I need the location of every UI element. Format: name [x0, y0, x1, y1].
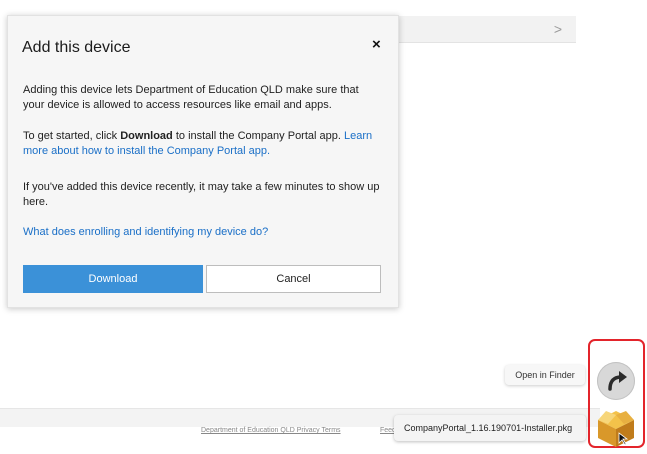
instructions-middle: to install the Company Portal app.	[172, 130, 344, 142]
cancel-button[interactable]: Cancel	[206, 265, 381, 293]
chevron-right-icon[interactable]: >	[554, 21, 562, 37]
background-header-strip: >	[398, 16, 576, 43]
add-device-dialog: Add this device × Adding this device let…	[7, 15, 399, 308]
curved-arrow-icon	[608, 371, 627, 391]
dialog-intro-text: Adding this device lets Department of Ed…	[23, 84, 359, 111]
package-installer-icon[interactable]	[594, 407, 638, 449]
download-filename-tooltip: CompanyPortal_1.16.190701-Installer.pkg	[394, 415, 586, 441]
dialog-instructions: To get started, click Download to instal…	[23, 129, 383, 159]
instructions-bold: Download	[120, 130, 173, 142]
open-in-finder-tooltip[interactable]: Open in Finder	[505, 365, 585, 385]
dialog-title: Add this device	[22, 39, 131, 56]
footer-privacy-terms-link[interactable]: Department of Education QLD Privacy Term…	[201, 427, 341, 434]
instructions-prefix: To get started, click	[23, 130, 121, 142]
dialog-recent-note: If you've added this device recently, it…	[23, 181, 380, 208]
close-icon[interactable]: ×	[372, 36, 381, 53]
download-button[interactable]: Download	[23, 265, 203, 293]
enrolling-info-link[interactable]: What does enrolling and identifying my d…	[23, 225, 383, 240]
reveal-arrow-button[interactable]	[597, 362, 635, 400]
